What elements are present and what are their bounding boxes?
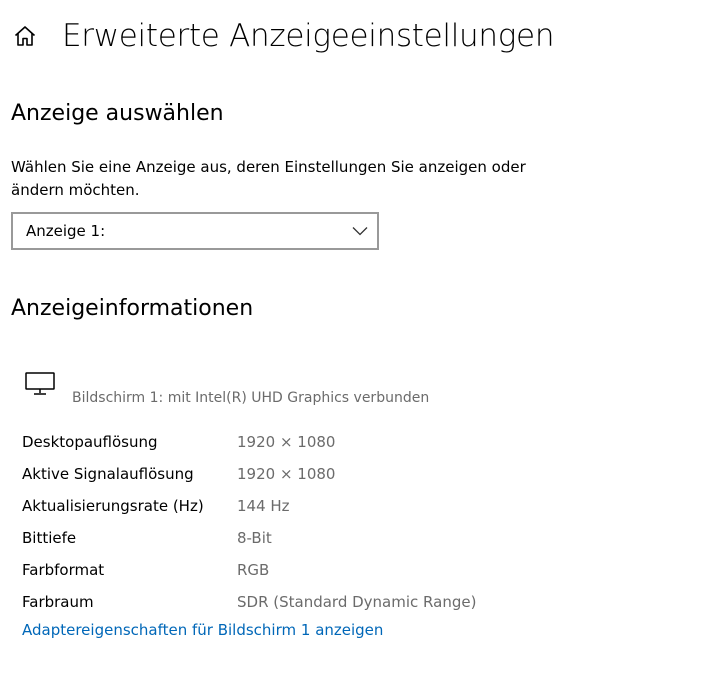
info-key: Desktopauflösung xyxy=(22,433,158,451)
info-value: RGB xyxy=(237,561,270,579)
info-value: 8-Bit xyxy=(237,529,272,547)
info-value: 144 Hz xyxy=(237,497,290,515)
info-row-color-space: Farbraum SDR (Standard Dynamic Range) xyxy=(22,586,476,618)
chevron-down-icon xyxy=(351,222,369,240)
info-value: SDR (Standard Dynamic Range) xyxy=(237,593,477,611)
monitor-icon xyxy=(25,372,55,398)
home-icon[interactable] xyxy=(12,23,38,49)
info-value: 1920 × 1080 xyxy=(237,433,336,451)
info-row-desktop-resolution: Desktopauflösung 1920 × 1080 xyxy=(22,426,476,458)
display-dropdown[interactable]: Anzeige 1: xyxy=(11,212,379,250)
display-info-table: Desktopauflösung 1920 × 1080 Aktive Sign… xyxy=(22,426,476,618)
info-key: Bittiefe xyxy=(22,529,77,547)
info-key: Farbraum xyxy=(22,593,94,611)
info-key: Aktualisierungsrate (Hz) xyxy=(22,497,204,515)
section-title-display-info: Anzeigeinformationen xyxy=(11,296,254,321)
info-row-refresh-rate: Aktualisierungsrate (Hz) 144 Hz xyxy=(22,490,476,522)
info-key: Aktive Signalauflösung xyxy=(22,465,194,483)
settings-page: Erweiterte Anzeigeeinstellungen Anzeige … xyxy=(0,0,725,692)
section-title-select-display: Anzeige auswählen xyxy=(11,101,224,126)
info-row-bit-depth: Bittiefe 8-Bit xyxy=(22,522,476,554)
info-key: Farbformat xyxy=(22,561,105,579)
display-dropdown-value: Anzeige 1: xyxy=(26,222,106,240)
select-display-description: Wählen Sie eine Anzeige aus, deren Einst… xyxy=(11,158,526,199)
info-row-active-signal-resolution: Aktive Signalauflösung 1920 × 1080 xyxy=(22,458,476,490)
monitor-connection-label: Bildschirm 1: mit Intel(R) UHD Graphics … xyxy=(72,390,430,406)
page-title: Erweiterte Anzeigeeinstellungen xyxy=(62,18,555,54)
info-row-color-format: Farbformat RGB xyxy=(22,554,476,586)
page-header: Erweiterte Anzeigeeinstellungen xyxy=(12,14,554,58)
adapter-properties-link[interactable]: Adaptereigenschaften für Bildschirm 1 an… xyxy=(22,621,383,639)
info-value: 1920 × 1080 xyxy=(237,465,336,483)
